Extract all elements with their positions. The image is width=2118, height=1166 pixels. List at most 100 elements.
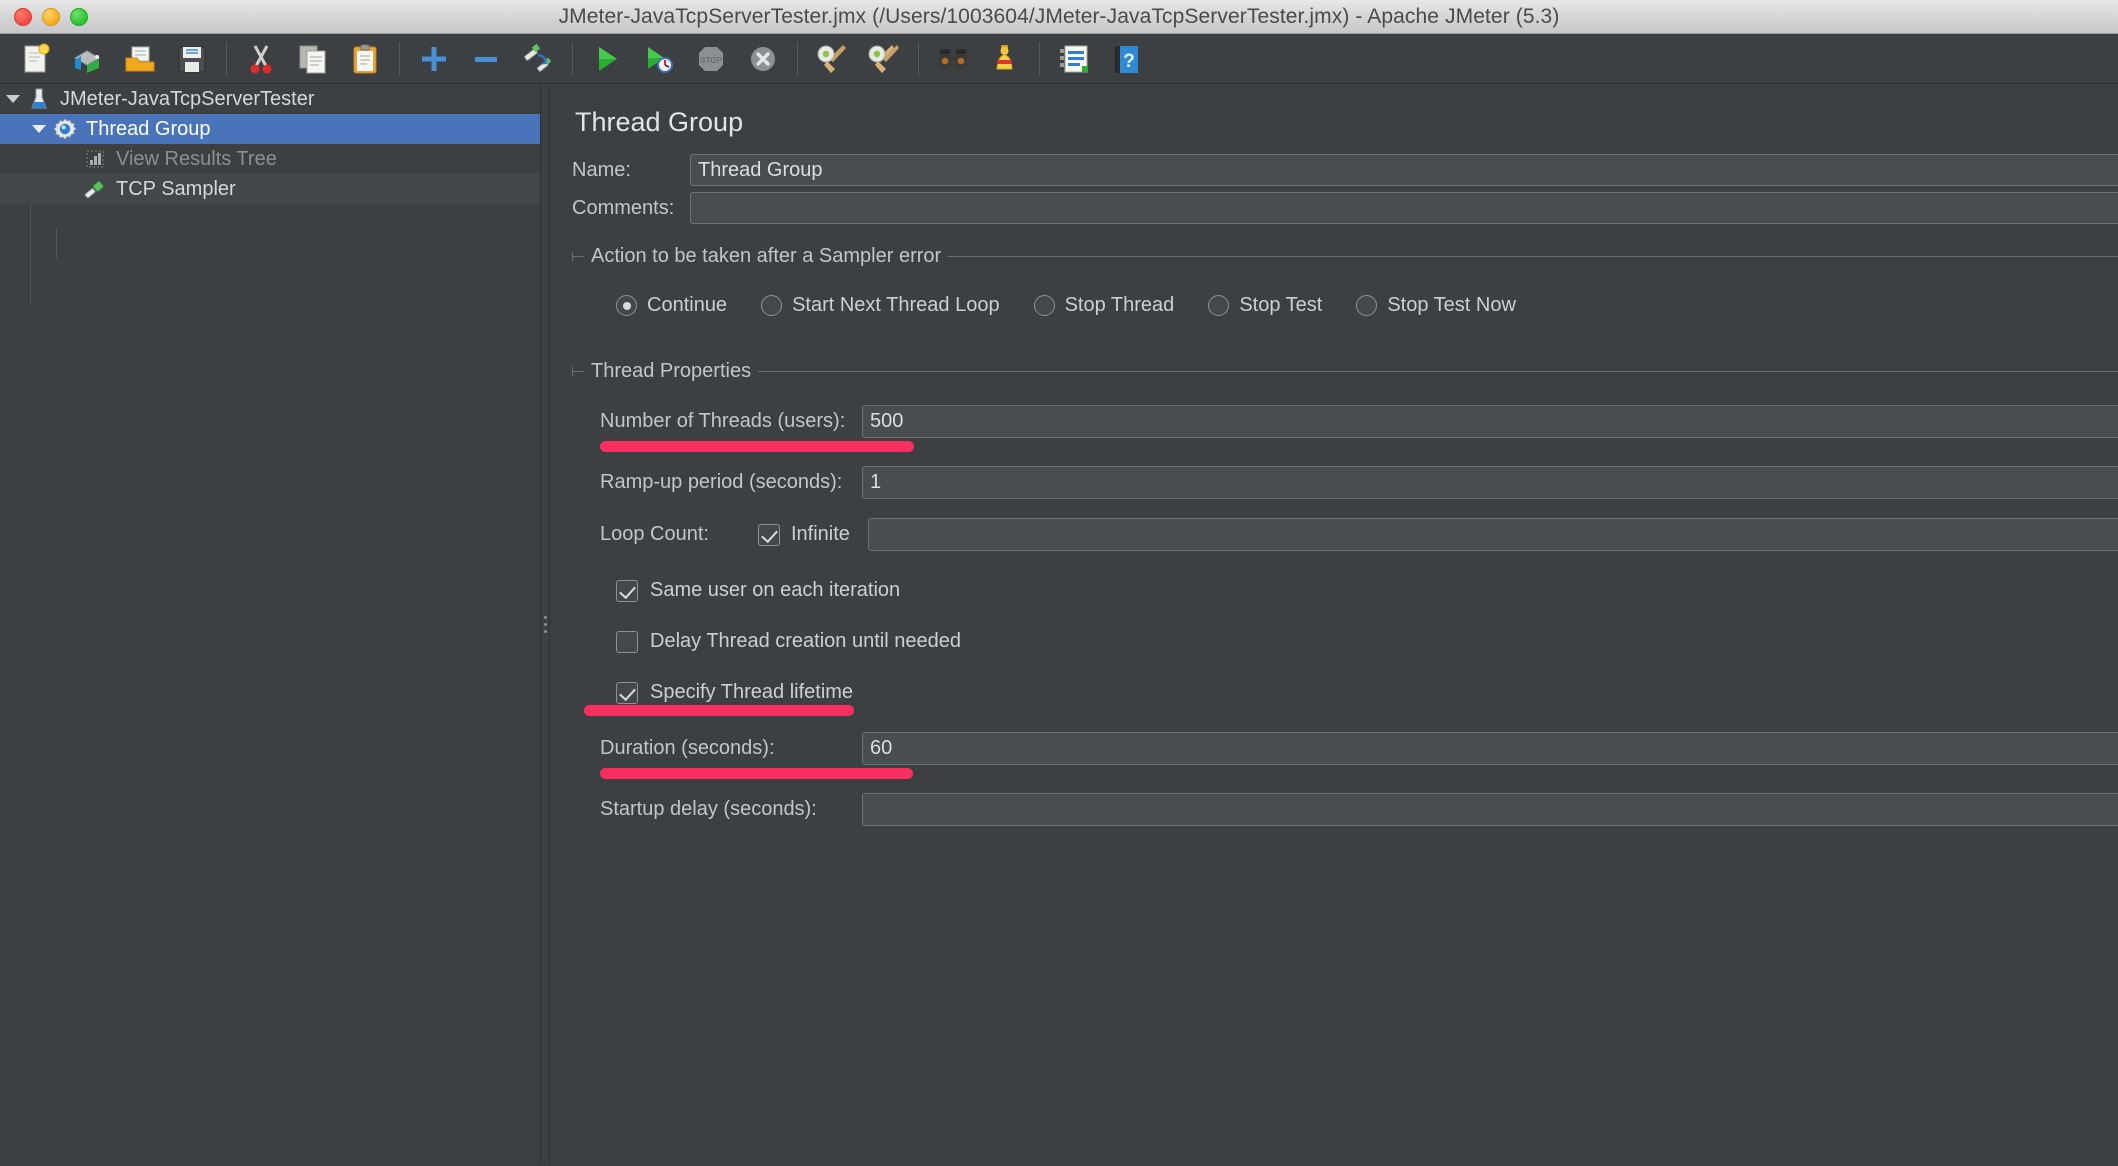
tree-node-view-results-tree[interactable]: View Results Tree [0, 144, 540, 174]
loop-count-label: Loop Count: [600, 523, 709, 545]
help-icon[interactable]: ? [1100, 36, 1152, 82]
paste-icon[interactable] [339, 36, 391, 82]
name-field-row: Name: Thread Group [572, 154, 2118, 186]
toolbar-separator [918, 41, 919, 76]
page-title: Thread Group [575, 107, 744, 137]
radio-label: Stop Test Now [1387, 294, 1516, 316]
thread-group-icon [52, 118, 78, 140]
main-toolbar: STOP ? [0, 34, 2118, 84]
new-test-plan-icon[interactable] [10, 36, 62, 82]
templates-icon[interactable] [62, 36, 114, 82]
test-plan-icon [26, 87, 52, 111]
loop-infinite-checkbox-wrap[interactable]: Infinite [758, 523, 868, 546]
radio-option-stop-test-now[interactable]: Stop Test Now [1356, 294, 1516, 317]
radio-option-stop-test[interactable]: Stop Test [1208, 294, 1322, 317]
name-label: Name: [572, 158, 631, 181]
radio-option-continue[interactable]: Continue [616, 294, 727, 317]
startup-delay-label: Startup delay (seconds): [600, 798, 817, 820]
same-user-checkbox[interactable] [616, 579, 638, 602]
loop-infinite-label: Infinite [791, 523, 850, 545]
reset-search-icon[interactable] [979, 36, 1031, 82]
same-user-row[interactable]: Same user on each iteration [600, 579, 2118, 602]
sampler-error-group-title: Action to be taken after a Sampler error [584, 245, 949, 268]
tree-node-label: Thread Group [86, 117, 211, 140]
splitter-grip-icon [543, 616, 547, 633]
thread-properties-body: Number of Threads (users): 500 Ramp-up p… [572, 381, 2118, 826]
number-of-threads-label: Number of Threads (users): [600, 410, 846, 432]
radio-indicator[interactable] [1208, 295, 1230, 316]
start-icon[interactable] [581, 36, 633, 82]
toolbar-separator [1039, 41, 1040, 76]
window-controls[interactable] [14, 7, 88, 26]
radio-label: Start Next Thread Loop [792, 294, 1000, 316]
tcp-sampler-icon [82, 178, 108, 200]
sampler-error-radio-group: Continue Start Next Thread Loop Stop Thr… [572, 266, 2118, 343]
clear-all-icon[interactable] [858, 36, 910, 82]
comments-field-row: Comments: [572, 192, 2118, 224]
duration-input[interactable]: 60 [862, 732, 2118, 765]
same-user-label: Same user on each iteration [650, 579, 901, 601]
loop-count-input[interactable] [868, 518, 2118, 551]
collapse-all-icon[interactable] [460, 36, 512, 82]
radio-indicator[interactable] [616, 295, 637, 316]
panel-splitter[interactable] [540, 84, 550, 1165]
thread-properties-group: Thread Properties Number of Threads (use… [572, 360, 2118, 826]
copy-icon[interactable] [287, 36, 339, 82]
comments-label: Comments: [572, 196, 675, 219]
toolbar-separator [399, 41, 400, 76]
window-title: JMeter-JavaTcpServerTester.jmx (/Users/1… [558, 4, 1560, 28]
thread-group-config-panel: Thread Group Name: Thread Group Comments… [550, 84, 2118, 1165]
start-no-timers-icon[interactable] [633, 36, 685, 82]
save-icon[interactable] [166, 36, 218, 82]
startup-delay-input[interactable] [862, 793, 2118, 826]
clear-icon[interactable] [806, 36, 858, 82]
search-icon[interactable] [927, 36, 979, 82]
name-input[interactable]: Thread Group [690, 154, 2118, 186]
toolbar-separator [572, 41, 573, 76]
comments-input[interactable] [690, 192, 2118, 224]
radio-indicator[interactable] [1033, 295, 1055, 316]
test-plan-tree[interactable]: JMeter-JavaTcpServerTester Thread Group [0, 84, 540, 1165]
delay-thread-creation-row[interactable]: Delay Thread creation until needed [600, 630, 2118, 653]
close-button[interactable] [14, 7, 32, 26]
radio-indicator[interactable] [761, 295, 783, 316]
duration-label: Duration (seconds): [600, 737, 775, 759]
specify-thread-lifetime-row[interactable]: Specify Thread lifetime [584, 681, 2118, 716]
tree-node-thread-group[interactable]: Thread Group [0, 114, 540, 144]
specify-thread-lifetime-label: Specify Thread lifetime [650, 681, 854, 703]
number-of-threads-input[interactable]: 500 [862, 405, 2118, 438]
tree-node-test-plan[interactable]: JMeter-JavaTcpServerTester [0, 84, 540, 114]
ramp-up-period-input[interactable]: 1 [862, 466, 2118, 499]
expand-all-icon[interactable] [408, 36, 460, 82]
open-icon[interactable] [114, 36, 166, 82]
thread-properties-group-title: Thread Properties [584, 360, 759, 383]
sampler-error-group: Action to be taken after a Sampler error… [572, 245, 2118, 343]
radio-indicator[interactable] [1356, 295, 1378, 316]
radio-option-stop-thread[interactable]: Stop Thread [1033, 294, 1174, 317]
specify-thread-lifetime-checkbox[interactable] [616, 681, 638, 704]
loop-count-row: Loop Count: Infinite [600, 518, 2118, 551]
cut-icon[interactable] [235, 36, 287, 82]
radio-option-start-next-thread-loop[interactable]: Start Next Thread Loop [761, 294, 1000, 317]
minimize-button[interactable] [42, 7, 60, 26]
tree-guide-line [56, 228, 57, 258]
highlight-mark-specify-thread-lifetime [584, 705, 854, 716]
loop-infinite-checkbox[interactable] [758, 523, 780, 546]
tree-node-tcp-sampler[interactable]: TCP Sampler [0, 174, 540, 204]
delay-thread-creation-label: Delay Thread creation until needed [650, 630, 961, 652]
svg-text:STOP: STOP [700, 56, 722, 65]
radio-label: Continue [647, 294, 728, 316]
stop-icon[interactable]: STOP [685, 36, 737, 82]
highlight-mark-duration [600, 768, 913, 779]
tree-node-label: View Results Tree [116, 147, 277, 170]
toggle-icon[interactable] [512, 36, 564, 82]
chevron-down-icon[interactable] [26, 125, 52, 133]
radio-label: Stop Test [1239, 294, 1323, 316]
function-helper-icon[interactable] [1048, 36, 1100, 82]
delay-thread-creation-checkbox[interactable] [616, 630, 638, 653]
main-content: JMeter-JavaTcpServerTester Thread Group [0, 84, 2118, 1165]
number-of-threads-row: Number of Threads (users): 500 [600, 405, 2118, 452]
chevron-down-icon[interactable] [0, 95, 26, 103]
zoom-button[interactable] [70, 7, 88, 26]
shutdown-icon[interactable] [737, 36, 789, 82]
